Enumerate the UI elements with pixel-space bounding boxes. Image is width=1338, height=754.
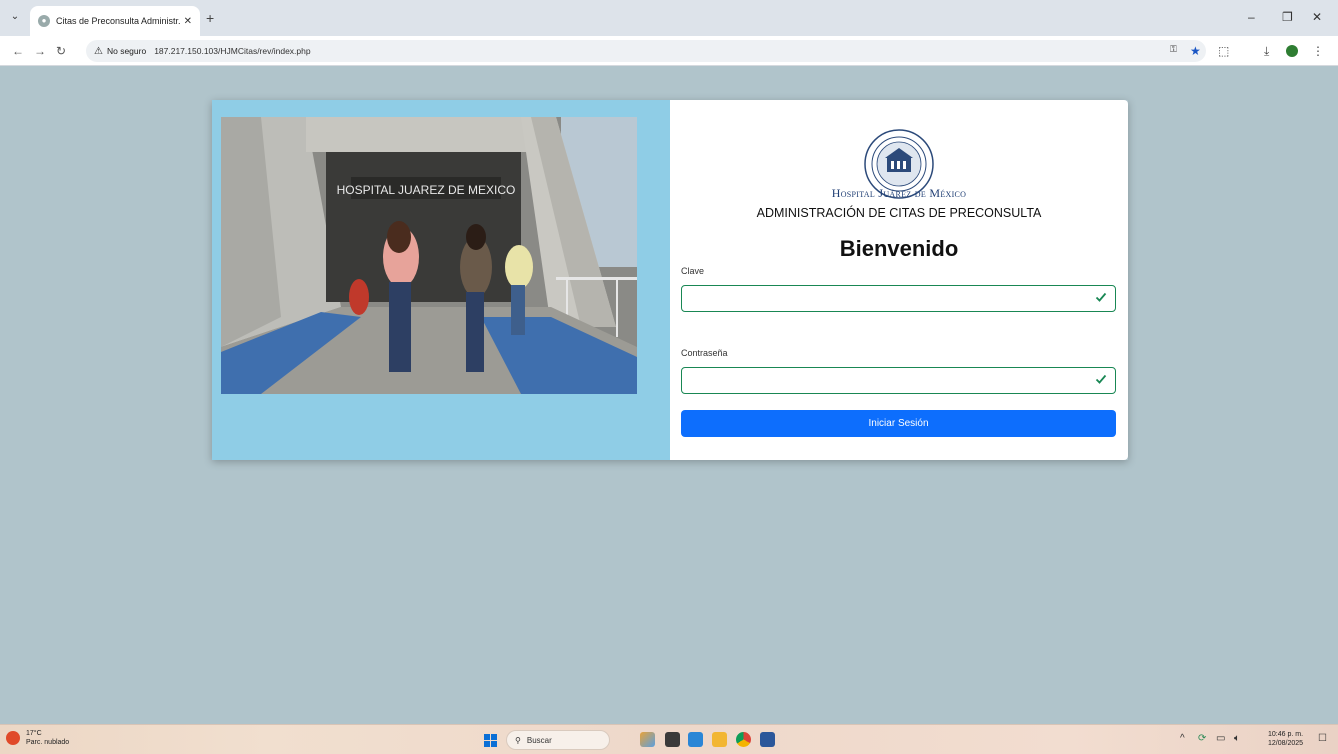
restore-icon[interactable]: ❐	[1282, 10, 1293, 24]
tab-search-icon[interactable]: ⌄	[8, 10, 22, 24]
browser-tabbar: ⌄ ● Citas de Preconsulta Administr... ✕ …	[0, 0, 1338, 36]
tab-close-icon[interactable]: ✕	[184, 16, 192, 27]
hospital-sign: HOSPITAL JUAREZ DE MEXICO	[337, 183, 516, 197]
task-view-icon[interactable]	[665, 732, 680, 747]
warning-icon[interactable]: ⚠	[94, 46, 103, 57]
bookmark-star-icon[interactable]: ★	[1190, 44, 1201, 58]
extensions-icon[interactable]: ⬚	[1218, 44, 1229, 58]
window-close-icon[interactable]: ✕	[1312, 10, 1322, 24]
favicon-icon: ●	[38, 15, 50, 27]
weather-widget[interactable]: 17°C Parc. nublado	[6, 729, 69, 747]
notifications-icon[interactable]: ☐	[1318, 733, 1327, 744]
tab-title: Citas de Preconsulta Administr...	[56, 16, 180, 26]
temperature: 17°C	[26, 730, 42, 737]
os-taskbar: 17°C Parc. nublado ⚲ Buscar ^ ⟳ ▭ 🔈︎ 10:…	[0, 724, 1338, 754]
security-label[interactable]: No seguro	[107, 46, 146, 56]
clave-input[interactable]	[682, 286, 1115, 311]
valid-check-icon	[1095, 374, 1107, 384]
login-button[interactable]: Iniciar Sesión	[681, 410, 1116, 437]
search-placeholder: Buscar	[526, 735, 552, 745]
minimize-icon[interactable]: –	[1248, 10, 1255, 24]
download-icon[interactable]: ⤓	[1264, 44, 1269, 59]
browser-toolbar: ← → ↻ ⚠ No seguro 187.217.150.103/HJMCit…	[0, 36, 1338, 66]
network-icon[interactable]: ▭	[1216, 733, 1225, 744]
password-key-icon[interactable]: ⚿	[1170, 44, 1177, 55]
clock-time: 10:46 p. m.	[1268, 731, 1304, 738]
clave-label: Clave	[681, 266, 705, 276]
file-explorer-icon[interactable]	[712, 732, 727, 747]
welcome-heading: Bienvenido	[839, 236, 959, 261]
volume-icon[interactable]: 🔈︎	[1234, 733, 1240, 744]
browser-tab[interactable]: ● Citas de Preconsulta Administr... ✕	[30, 6, 200, 36]
address-bar[interactable]: ⚠ No seguro 187.217.150.103/HJMCitas/rev…	[86, 40, 1206, 62]
password-input[interactable]	[682, 368, 1115, 393]
forward-icon[interactable]: →	[34, 44, 46, 58]
page-body: HOSPITAL JUAREZ DE MEXICO Hospital Juáre…	[0, 66, 1338, 724]
image-panel: HOSPITAL JUAREZ DE MEXICO	[212, 100, 670, 460]
hospital-entrance-photo: HOSPITAL JUAREZ DE MEXICO	[221, 117, 637, 394]
password-label: Contraseña	[681, 348, 728, 358]
clock-date: 12/08/2025	[1268, 740, 1304, 747]
menu-icon[interactable]: ⋮	[1312, 44, 1324, 58]
hospital-name: Hospital Juárez de México	[831, 186, 967, 200]
word-app-icon[interactable]	[760, 732, 775, 747]
taskbar-search[interactable]: ⚲ Buscar	[506, 730, 610, 750]
password-field[interactable]	[681, 367, 1116, 394]
back-icon[interactable]: ←	[12, 44, 24, 58]
system-clock[interactable]: 10:46 p. m. 12/08/2025	[1268, 730, 1303, 748]
search-icon: ⚲	[515, 735, 521, 745]
new-tab-button[interactable]: +	[206, 10, 214, 26]
url-text[interactable]: 187.217.150.103/HJMCitas/rev/index.php	[154, 46, 310, 56]
windows-start-icon[interactable]	[484, 734, 497, 747]
widgets-app-icon[interactable]	[640, 732, 655, 747]
sync-icon[interactable]: ⟳	[1198, 733, 1206, 744]
outlook-app-icon[interactable]	[688, 732, 703, 747]
weather-icon	[6, 731, 20, 745]
valid-check-icon	[1095, 292, 1107, 302]
login-panel: Hospital Juárez de México ADMINISTRACIÓN…	[670, 100, 1128, 460]
profile-avatar[interactable]	[1286, 45, 1298, 57]
reload-icon[interactable]: ↻	[56, 44, 66, 58]
app-subtitle: ADMINISTRACIÓN DE CITAS DE PRECONSULTA	[756, 206, 1042, 220]
tray-overflow-icon[interactable]: ^	[1180, 733, 1185, 744]
login-card: HOSPITAL JUAREZ DE MEXICO Hospital Juáre…	[212, 100, 1128, 460]
chrome-app-icon[interactable]	[736, 732, 751, 747]
weather-condition: Parc. nublado	[26, 739, 70, 746]
clave-field[interactable]	[681, 285, 1116, 312]
